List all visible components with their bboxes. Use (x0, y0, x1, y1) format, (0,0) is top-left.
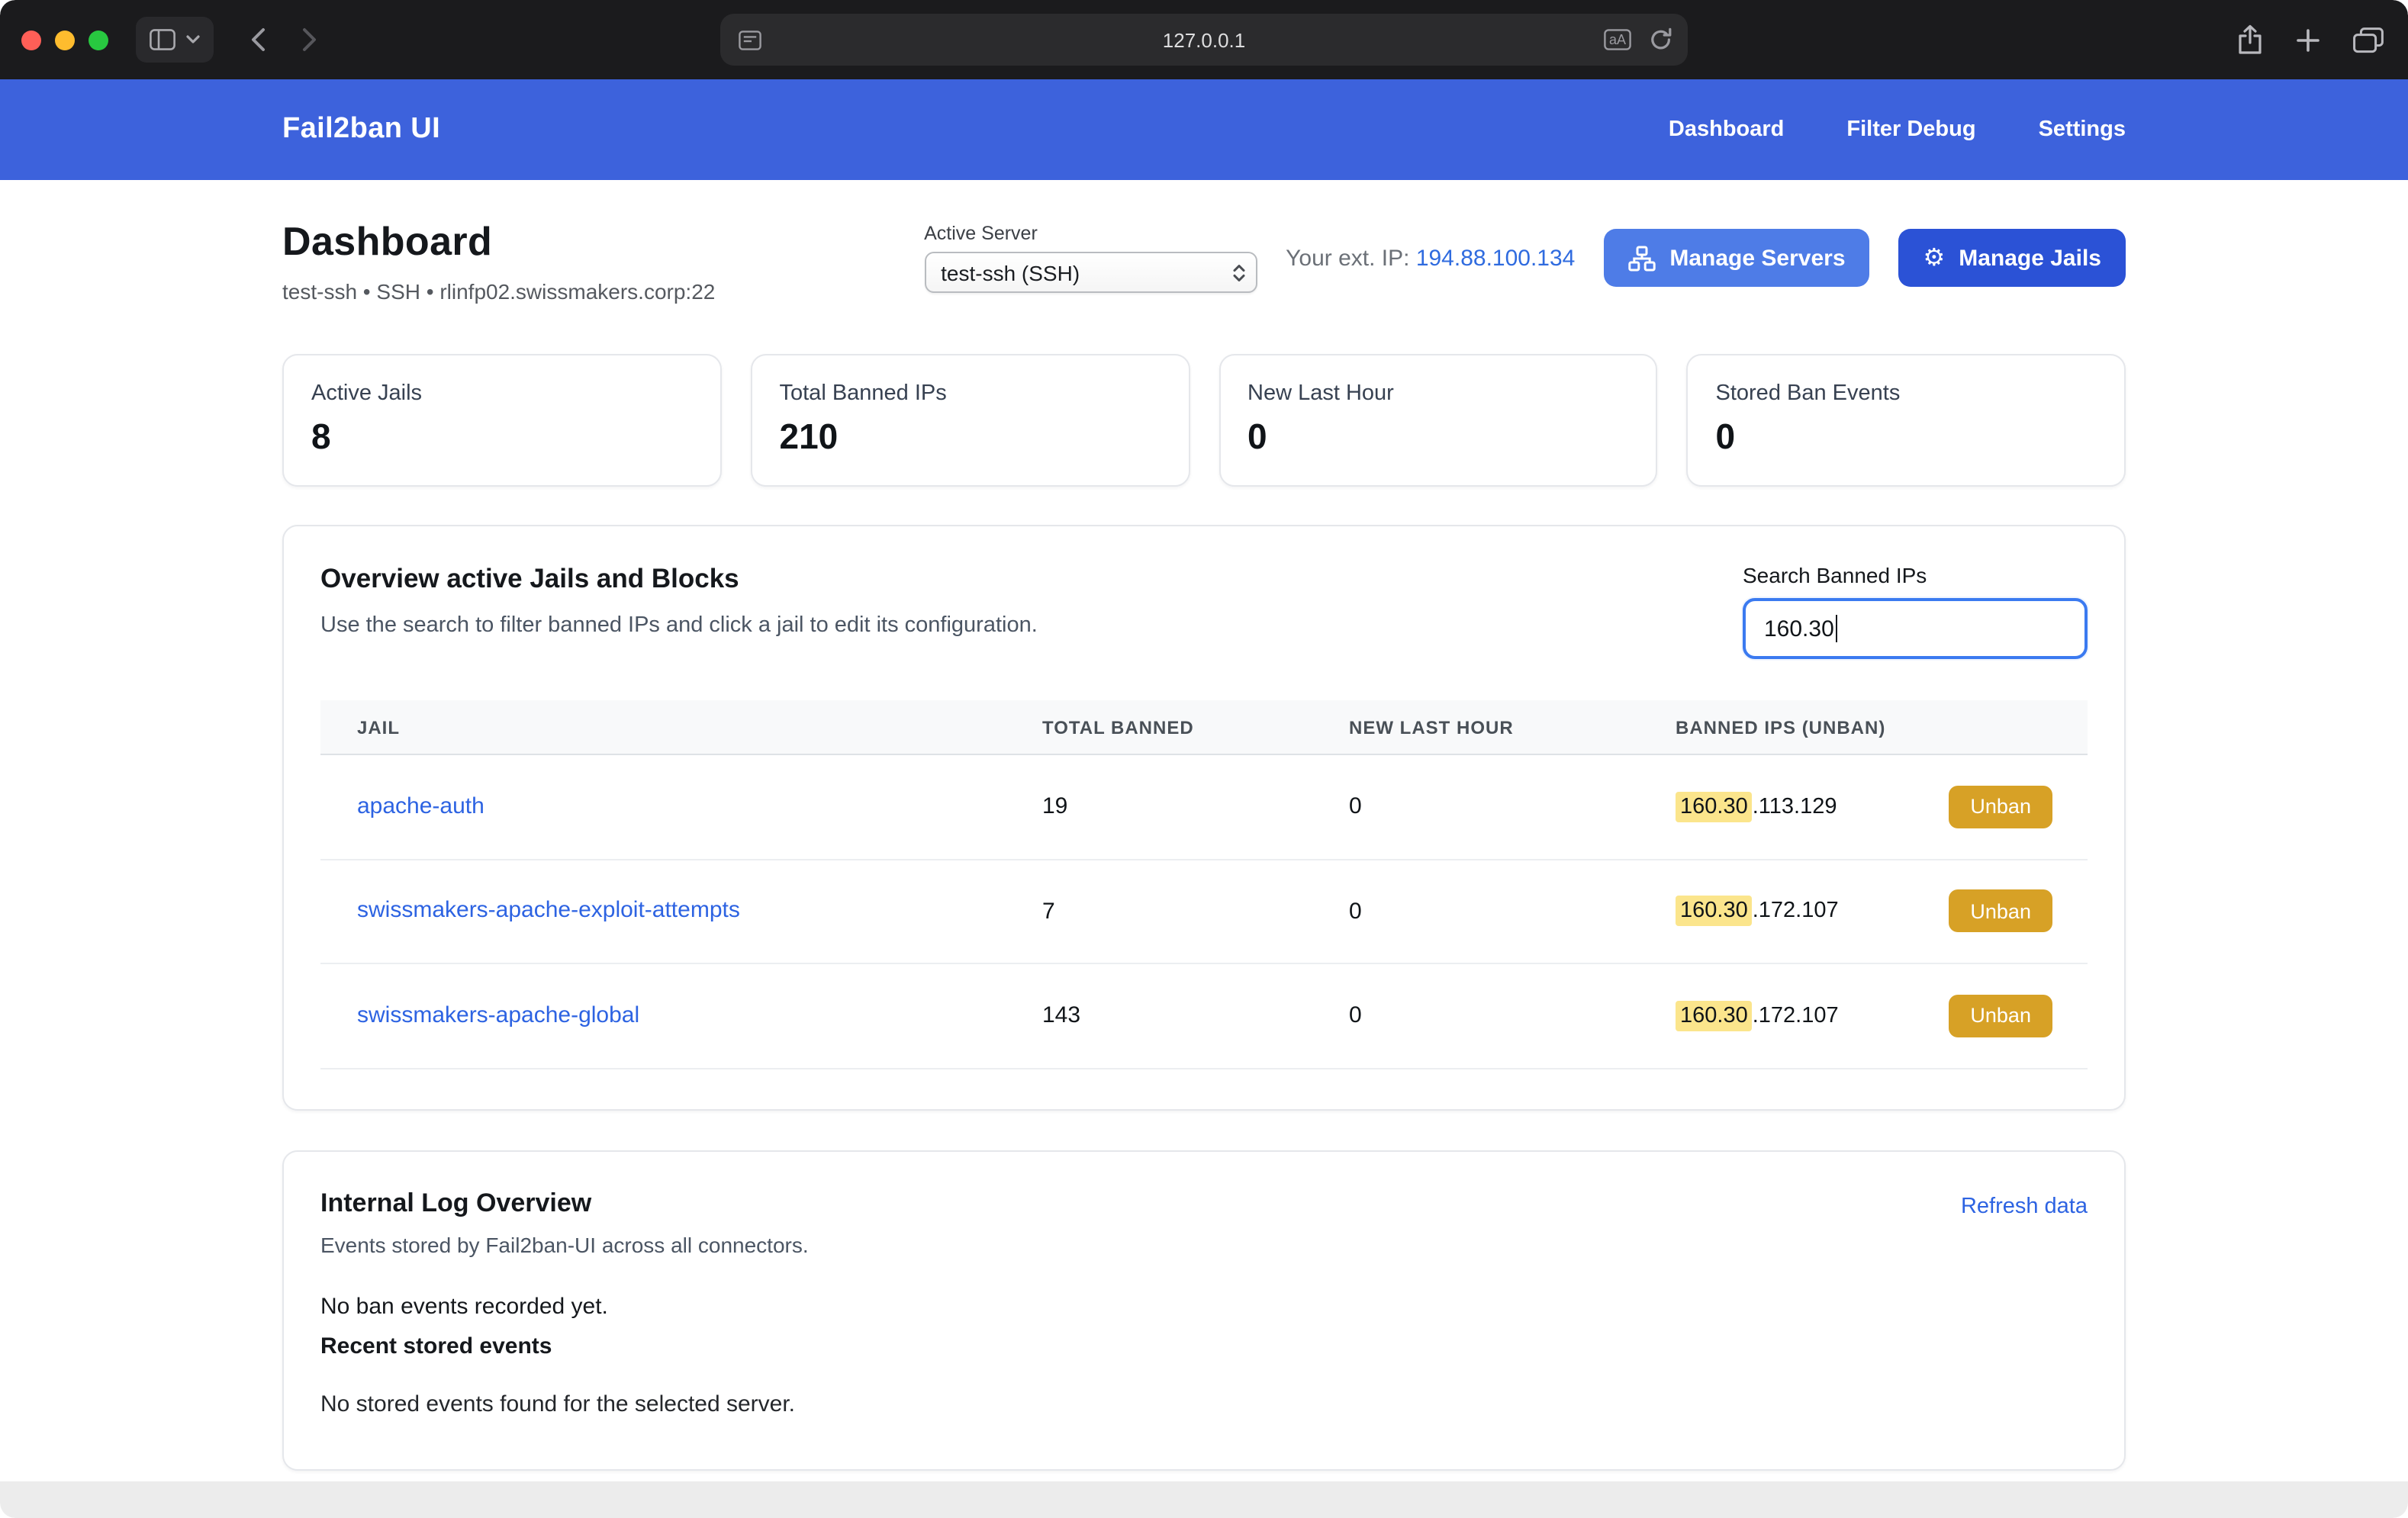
ip-highlight: 160.30 (1676, 1001, 1753, 1031)
url-text: 127.0.0.1 (720, 28, 1688, 51)
log-recent-title: Recent stored events (320, 1333, 2088, 1359)
stat-card-total-banned: Total Banned IPs 210 (751, 354, 1190, 487)
log-subtitle: Events stored by Fail2ban-UI across all … (320, 1232, 2088, 1256)
active-server-value: test-ssh (SSH) (941, 260, 1080, 285)
text-caret (1836, 615, 1838, 642)
sidebar-icon (150, 29, 175, 50)
column-header-total-banned: TOTAL BANNED (1006, 716, 1312, 738)
refresh-data-link[interactable]: Refresh data (1961, 1194, 2088, 1218)
share-icon[interactable] (2237, 24, 2263, 55)
overview-subtitle: Use the search to filter banned IPs and … (320, 613, 1038, 638)
internal-log-card: Internal Log Overview Refresh data Event… (282, 1150, 2126, 1470)
stat-card-active-jails: Active Jails 8 (282, 354, 722, 487)
tab-overview-icon[interactable] (2353, 27, 2384, 53)
table-row: swissmakers-apache-exploit-attempts 7 0 … (320, 860, 2088, 964)
banned-ip: 160.30.113.129 (1676, 795, 1837, 819)
total-banned-value: 143 (1006, 1003, 1312, 1029)
overview-card: Overview active Jails and Blocks Use the… (282, 525, 2126, 1110)
ext-ip-label: Your ext. IP: (1286, 245, 1409, 271)
address-bar[interactable]: 127.0.0.1 aA (720, 14, 1688, 66)
stat-value: 0 (1716, 416, 2097, 458)
ip-highlight: 160.30 (1676, 896, 1753, 927)
log-title: Internal Log Overview (320, 1188, 591, 1218)
column-header-new-last-hour: NEW LAST HOUR (1312, 716, 1639, 738)
forward-button[interactable] (287, 17, 333, 63)
search-input-value: 160.30 (1764, 616, 1834, 642)
svg-text:aA: aA (1609, 32, 1626, 47)
new-last-hour-value: 0 (1312, 1003, 1639, 1029)
ip-rest: .172.107 (1753, 1004, 1839, 1028)
nav-item-settings[interactable]: Settings (2039, 117, 2126, 142)
unban-button[interactable]: Unban (1949, 995, 2052, 1037)
app-brand[interactable]: Fail2ban UI (282, 113, 440, 146)
jails-table: JAIL TOTAL BANNED NEW LAST HOUR BANNED I… (320, 700, 2088, 1069)
ip-rest: .172.107 (1753, 899, 1839, 924)
select-chevrons-icon (1231, 262, 1246, 283)
active-server-label: Active Server (924, 223, 1257, 244)
new-last-hour-value: 0 (1312, 794, 1639, 820)
zoom-window-button[interactable] (89, 30, 108, 50)
sitemap-icon (1628, 245, 1656, 271)
column-header-jail: JAIL (320, 716, 1006, 738)
chevron-down-icon (186, 35, 200, 44)
table-row: apache-auth 19 0 160.30.113.129 Unban (320, 755, 2088, 860)
close-window-button[interactable] (21, 30, 41, 50)
search-banned-ips-input[interactable]: 160.30 (1743, 598, 2088, 659)
stat-cards: Active Jails 8 Total Banned IPs 210 New … (282, 354, 2126, 487)
jail-link[interactable]: swissmakers-apache-global (357, 1002, 639, 1028)
jail-link[interactable]: swissmakers-apache-exploit-attempts (357, 898, 740, 924)
reload-icon[interactable] (1650, 27, 1672, 52)
nav-item-dashboard[interactable]: Dashboard (1669, 117, 1785, 142)
stat-label: Active Jails (311, 381, 693, 406)
manage-servers-label: Manage Servers (1669, 245, 1845, 271)
manage-jails-button[interactable]: ⚙ Manage Jails (1899, 229, 2126, 287)
total-banned-value: 19 (1006, 794, 1312, 820)
traffic-lights (21, 30, 108, 50)
stat-value: 0 (1247, 416, 1629, 458)
overview-title: Overview active Jails and Blocks (320, 563, 1038, 595)
unban-button[interactable]: Unban (1949, 890, 2052, 933)
stat-label: Stored Ban Events (1716, 381, 2097, 406)
new-tab-icon[interactable] (2297, 28, 2319, 51)
ip-rest: .113.129 (1753, 795, 1837, 819)
stat-value: 210 (780, 416, 1161, 458)
manage-servers-button[interactable]: Manage Servers (1604, 229, 1869, 287)
window-bottom-strip (0, 1481, 2408, 1518)
ip-highlight: 160.30 (1676, 792, 1753, 822)
sidebar-toggle-button[interactable] (136, 17, 214, 63)
page-subtitle: test-ssh • SSH • rlinfp02.swissmakers.co… (282, 279, 715, 304)
stat-label: New Last Hour (1247, 381, 1629, 406)
column-header-banned-ips: BANNED IPS (UNBAN) (1639, 716, 2088, 738)
stat-card-stored-events: Stored Ban Events 0 (1687, 354, 2126, 487)
log-no-stored-events: No stored events found for the selected … (320, 1391, 2088, 1417)
browser-window: 127.0.0.1 aA Fail2ban U (0, 0, 2408, 1518)
stat-label: Total Banned IPs (780, 381, 1161, 406)
page-title: Dashboard (282, 218, 715, 265)
active-server-select[interactable]: test-ssh (SSH) (924, 252, 1257, 293)
banned-ip: 160.30.172.107 (1676, 1004, 1839, 1028)
gear-icon: ⚙ (1924, 246, 1946, 270)
browser-titlebar: 127.0.0.1 aA (0, 0, 2408, 79)
banned-ip: 160.30.172.107 (1676, 899, 1839, 924)
manage-jails-label: Manage Jails (1959, 245, 2101, 271)
search-banned-ips-label: Search Banned IPs (1743, 563, 2088, 587)
stat-value: 8 (311, 416, 693, 458)
stat-card-new-last-hour: New Last Hour 0 (1218, 354, 1658, 487)
table-row: swissmakers-apache-global 143 0 160.30.1… (320, 964, 2088, 1069)
log-empty-events: No ban events recorded yet. (320, 1293, 2088, 1319)
ext-ip-value: 194.88.100.134 (1416, 245, 1576, 271)
new-last-hour-value: 0 (1312, 899, 1639, 925)
table-header-row: JAIL TOTAL BANNED NEW LAST HOUR BANNED I… (320, 700, 2088, 755)
nav-item-filter-debug[interactable]: Filter Debug (1846, 117, 1975, 142)
app-navbar: Fail2ban UI Dashboard Filter Debug Setti… (0, 79, 2408, 180)
jail-link[interactable]: apache-auth (357, 793, 484, 819)
back-button[interactable] (235, 17, 281, 63)
total-banned-value: 7 (1006, 899, 1312, 925)
translate-icon[interactable]: aA (1604, 29, 1631, 50)
unban-button[interactable]: Unban (1949, 786, 2052, 828)
minimize-window-button[interactable] (55, 30, 75, 50)
